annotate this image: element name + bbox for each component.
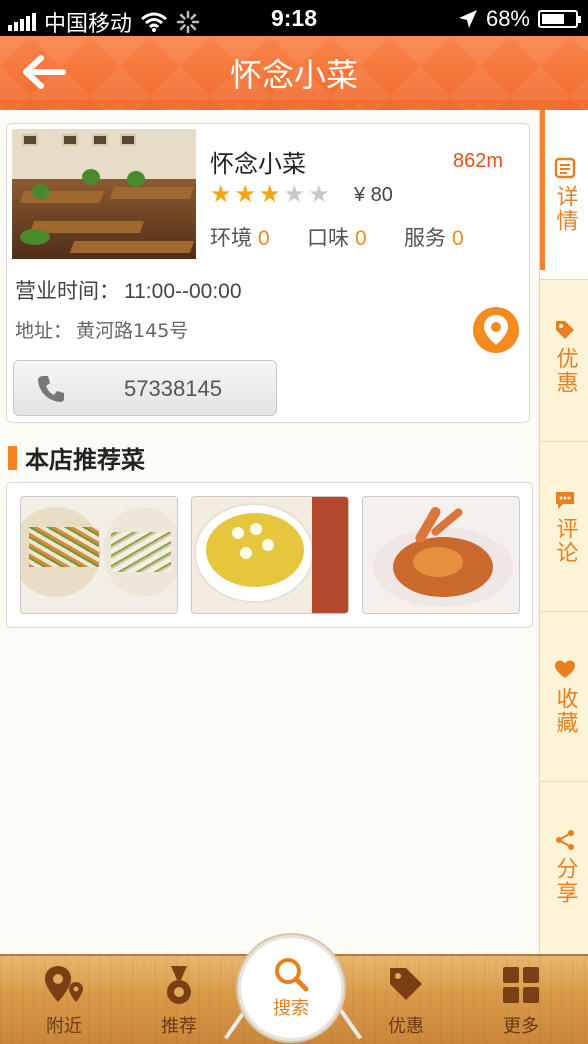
phone-number: 57338145: [124, 376, 222, 401]
star-empty-icon: ★: [283, 180, 306, 208]
star-filled-icon: ★: [234, 180, 257, 208]
shop-info-card: 怀念小菜 862m ★ ★ ★ ★ ★ ¥ 80 环境 0 口味 0 服务 0 营业时间： 11…: [6, 123, 530, 423]
star-filled-icon: ★: [210, 180, 232, 208]
tab-search[interactable]: 搜索: [238, 935, 344, 1041]
tab-more[interactable]: 更多: [481, 964, 561, 1040]
call-button[interactable]: 57338145: [13, 360, 277, 416]
nav-bar: 怀念小菜: [0, 36, 588, 110]
status-bar: 中国移动 9:18 68%: [0, 0, 588, 36]
side-tab-detail[interactable]: 详情: [540, 110, 588, 280]
dish-thumbnail[interactable]: [362, 496, 520, 614]
map-location-button[interactable]: [473, 307, 519, 353]
grid-icon: [503, 967, 539, 1003]
tag-icon: [555, 320, 574, 339]
rating-taste: 口味 0: [307, 226, 367, 250]
star-empty-icon: ★: [308, 180, 330, 208]
location-pin-icon: [484, 315, 508, 345]
star-rating: ★ ★ ★ ★ ★: [210, 182, 330, 206]
distance-label: 862m: [452, 150, 503, 172]
dish-thumbnail[interactable]: [20, 496, 178, 614]
side-tab-share[interactable]: 分享: [540, 782, 588, 952]
nav-scallop-edge: [0, 100, 588, 116]
side-tab-favorite[interactable]: 收藏: [540, 612, 588, 782]
price-label: ¥ 80: [354, 184, 393, 206]
side-tab-rail: 详情 优惠 评论 收藏 分享: [539, 110, 588, 954]
address: 地址： 黄河路145号: [15, 320, 189, 342]
search-icon: [275, 958, 309, 992]
rating-service: 服务 0: [404, 226, 464, 250]
share-icon: [555, 830, 574, 850]
tab-recommend[interactable]: 推荐: [139, 964, 219, 1040]
shop-photo: [12, 129, 196, 259]
location-arrow-icon: [458, 10, 477, 28]
side-tab-discount[interactable]: 优惠: [540, 272, 588, 442]
rating-environment: 环境 0: [210, 226, 270, 250]
sub-ratings: 环境 0 口味 0 服务 0: [210, 222, 501, 252]
recommend-section-title: 本店推荐菜: [8, 440, 145, 475]
heart-icon: [554, 660, 575, 678]
location-icon: [45, 966, 83, 1002]
business-hours: 营业时间： 11:00--00:00: [15, 279, 242, 303]
dish-thumbnail[interactable]: [191, 496, 349, 614]
medal-icon: [167, 966, 191, 1004]
battery-percent: 68%: [485, 6, 530, 31]
detail-icon: [554, 157, 575, 178]
recommended-dishes: [6, 482, 533, 628]
page-title: 怀念小菜: [229, 56, 358, 94]
comment-icon: [555, 491, 574, 509]
side-tab-comment[interactable]: 评论: [540, 442, 588, 612]
tab-discount[interactable]: 优惠: [366, 964, 446, 1040]
shop-name: 怀念小菜: [210, 150, 306, 178]
star-filled-icon: ★: [259, 180, 281, 208]
battery-icon: [538, 10, 581, 28]
tag-icon: [390, 968, 422, 1000]
tab-nearby[interactable]: 附近: [24, 964, 104, 1040]
